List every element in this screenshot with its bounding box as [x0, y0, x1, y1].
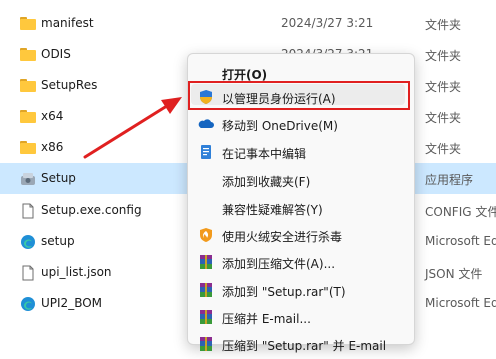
file-type: 文件夹 [425, 80, 462, 94]
winrar-icon [198, 254, 214, 270]
menu-item-label: 压缩到 "Setup.rar" 并 E-mail [222, 339, 387, 353]
menu-item-move-to-onedrive[interactable]: 移动到 OneDrive(M) [188, 109, 414, 139]
file-name: ODIS [41, 47, 71, 61]
setup-exe-icon [20, 171, 36, 187]
file-name: setup [41, 234, 75, 248]
menu-item-label: 使用火绒安全进行杀毒 [222, 230, 343, 244]
file-name: Setup.exe.config [41, 203, 142, 217]
file-date: 2024/3/27 3:21 [281, 16, 374, 30]
file-name: x86 [41, 140, 64, 154]
edge-icon [20, 234, 36, 250]
onedrive-icon [198, 116, 214, 132]
folder-icon [20, 110, 36, 123]
menu-item-compress-to-rar-email[interactable]: 压缩到 "Setup.rar" 并 E-mail [188, 329, 414, 359]
menu-item-add-to-setup-rar[interactable]: 添加到 "Setup.rar"(T) [188, 275, 414, 305]
file-type: 文件夹 [425, 49, 462, 63]
folder-icon [20, 79, 36, 92]
folder-icon [20, 48, 36, 61]
menu-item-label: 兼容性疑难解答(Y) [222, 203, 323, 217]
winrar-icon [198, 336, 214, 352]
file-type: 文件夹 [425, 18, 462, 32]
folder-icon [20, 17, 36, 30]
menu-item-label: 添加到收藏夹(F) [222, 175, 311, 189]
menu-item-add-to-archive[interactable]: 添加到压缩文件(A)... [188, 247, 414, 277]
config-file-icon [20, 203, 36, 219]
file-name: x64 [41, 109, 64, 123]
file-row[interactable]: manifest 2024/3/27 3:21 文件夹 [0, 8, 496, 39]
file-type: 文件夹 [425, 142, 462, 156]
winrar-icon [198, 309, 214, 325]
menu-item-label: 添加到压缩文件(A)... [222, 257, 336, 271]
file-type: CONFIG 文件 [425, 205, 496, 219]
file-name: UPI2_BOM [41, 296, 103, 310]
menu-item-label: 移动到 OneDrive(M) [222, 119, 338, 133]
context-menu: 打开(O) 以管理员身份运行(A) 移动到 OneDrive(M) 在记事本中编辑 添加… [187, 53, 415, 353]
menu-item-label: 添加到 "Setup.rar"(T) [222, 285, 346, 299]
file-name: manifest [41, 16, 94, 30]
json-file-icon [20, 265, 36, 281]
menu-item-compress-email[interactable]: 压缩并 E-mail... [188, 302, 414, 332]
menu-item-add-to-favorites[interactable]: 添加到收藏夹(F) [188, 165, 414, 195]
notepad-icon [198, 144, 214, 160]
file-name: Setup [41, 171, 76, 185]
menu-item-label: 在记事本中编辑 [222, 147, 307, 161]
file-type: 文件夹 [425, 111, 462, 125]
file-type: 应用程序 [425, 173, 474, 187]
file-type: JSON 文件 [425, 267, 483, 281]
annotation-highlight-box [188, 81, 410, 110]
menu-item-compat-troubleshoot[interactable]: 兼容性疑难解答(Y) [188, 193, 414, 223]
folder-icon [20, 141, 36, 154]
file-type: Microsoft Ed [425, 234, 496, 248]
huorong-icon [198, 227, 214, 243]
edge-icon [20, 296, 36, 312]
menu-item-huorong-scan[interactable]: 使用火绒安全进行杀毒 [188, 220, 414, 250]
file-name: SetupRes [41, 78, 98, 92]
file-type: Microsoft Ed [425, 296, 496, 310]
menu-item-edit-in-notepad[interactable]: 在记事本中编辑 [188, 137, 414, 167]
menu-item-label: 压缩并 E-mail... [222, 312, 311, 326]
file-name: upi_list.json [41, 265, 112, 279]
winrar-icon [198, 282, 214, 298]
